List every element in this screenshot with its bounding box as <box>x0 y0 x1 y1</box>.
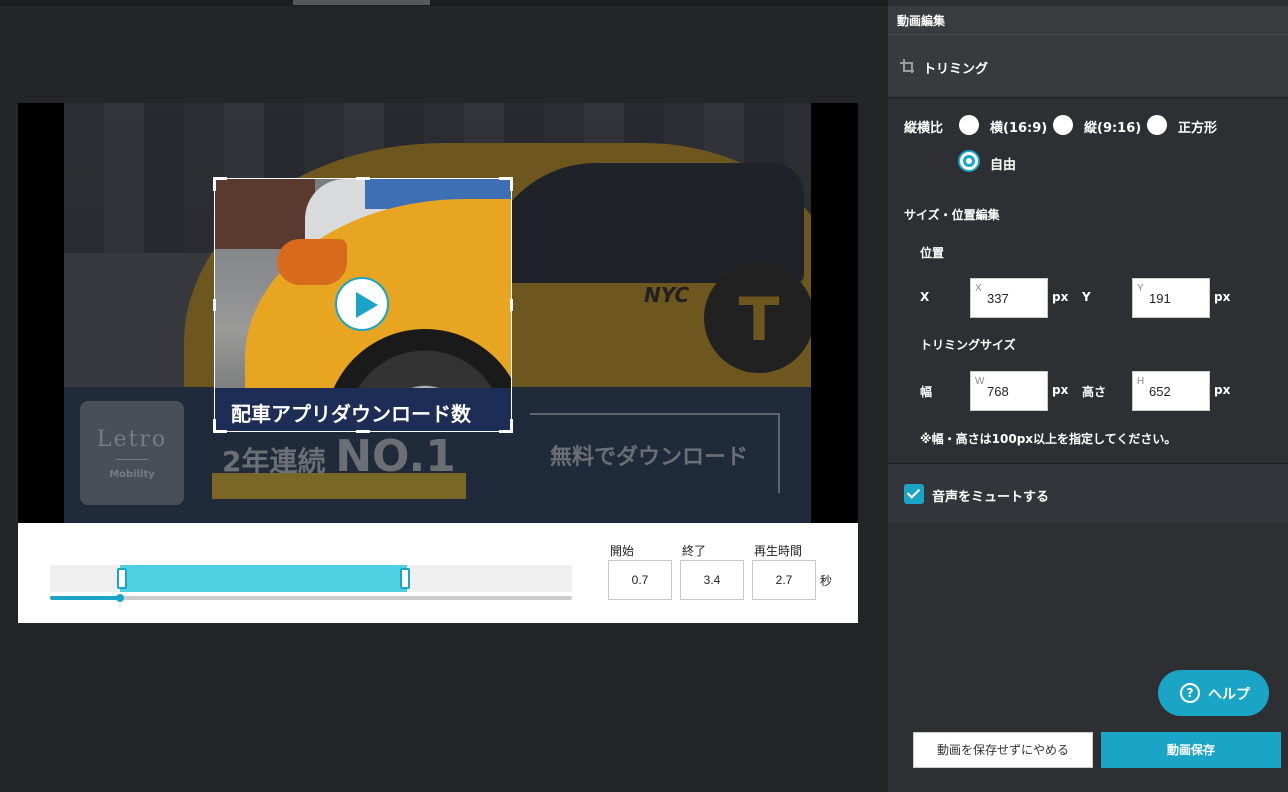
size-position-title: サイズ・位置編集 <box>904 208 1000 222</box>
banner-cta: 無料でダウンロード <box>530 413 780 493</box>
x-tag: X <box>975 283 982 294</box>
timeline-track[interactable] <box>50 565 572 592</box>
crop-headlight <box>277 239 347 285</box>
width-value: 768 <box>987 384 1009 399</box>
end-input[interactable]: 3.4 <box>680 560 744 600</box>
crop-handle-right-mid[interactable] <box>510 299 513 311</box>
panel-title: 動画編集 <box>888 6 1288 34</box>
banner-headline-big: NO.1 <box>335 431 456 482</box>
crop-handle-top-right-v[interactable] <box>510 177 513 191</box>
y-unit: px <box>1214 290 1231 304</box>
height-label: 高さ <box>1082 385 1107 399</box>
trimming-section-title: トリミング <box>923 62 989 77</box>
end-label: 終了 <box>682 544 707 558</box>
mute-label[interactable]: 音声をミュートする <box>932 486 1049 505</box>
trim-selection[interactable] <box>117 565 410 592</box>
aspect-option-square[interactable]: 正方形 <box>1178 117 1217 136</box>
aspect-radio-portrait[interactable] <box>1053 115 1073 135</box>
aspect-option-landscape[interactable]: 横(16:9) <box>990 117 1047 136</box>
aspect-radio-square[interactable] <box>1147 115 1167 135</box>
crop-icon <box>900 59 914 73</box>
x-position-input[interactable]: X 337 <box>970 278 1048 318</box>
help-button[interactable]: ? ヘルプ <box>1158 670 1269 716</box>
width-unit: px <box>1052 383 1069 397</box>
crop-handle-left-mid[interactable] <box>213 299 216 311</box>
start-input[interactable]: 0.7 <box>608 560 672 600</box>
aspect-radio-free[interactable] <box>960 152 978 170</box>
help-label: ヘルプ <box>1208 687 1250 703</box>
y-tag: Y <box>1137 283 1144 294</box>
aspect-ratio-label: 縦横比 <box>904 121 944 136</box>
cancel-button[interactable]: 動画を保存せずにやめる <box>913 732 1093 768</box>
logo-divider <box>116 459 148 460</box>
height-unit: px <box>1214 383 1231 397</box>
logo-name: Letro <box>96 427 168 452</box>
height-value: 652 <box>1149 384 1171 399</box>
logo-sub: Mobility <box>109 469 155 480</box>
video-stage: NYC T Letro Mobility 2年連続 NO.1 無料でダウンロード… <box>18 103 858 523</box>
size-note: ※幅・高さは100px以上を指定してください。 <box>920 432 1177 446</box>
trim-size-label: トリミングサイズ <box>920 338 1016 352</box>
banner-cta-text: 無料でダウンロード <box>550 445 749 470</box>
aspect-option-portrait[interactable]: 縦(9:16) <box>1084 117 1141 136</box>
banner-headline-pre: 2年連続 <box>222 445 336 478</box>
playback-progress-fill <box>50 596 120 600</box>
active-tab-indicator[interactable] <box>293 0 430 5</box>
playback-progress[interactable] <box>50 594 572 602</box>
aspect-option-free[interactable]: 自由 <box>990 154 1016 173</box>
y-position-input[interactable]: Y 191 <box>1132 278 1210 318</box>
crop-handle-bottom-mid[interactable] <box>356 430 370 433</box>
crop-caption: 配車アプリダウンロード数 <box>231 402 471 426</box>
duration-label: 再生時間 <box>754 544 803 558</box>
x-value: 337 <box>987 291 1009 306</box>
banner-headline: 2年連続 NO.1 <box>222 431 456 482</box>
trim-start-handle[interactable] <box>117 568 127 589</box>
edit-panel: 動画編集 トリミング 縦横比 横(16:9) 縦(9:16) 正方形 自由 サイ… <box>888 0 1288 792</box>
x-unit: px <box>1052 290 1069 304</box>
duration-input[interactable]: 2.7 <box>752 560 816 600</box>
h-tag: H <box>1137 376 1145 387</box>
brand-logo: Letro Mobility <box>80 401 184 505</box>
y-label: Y <box>1082 290 1091 304</box>
mute-row[interactable]: 音声をミュートする <box>888 463 1288 523</box>
crop-handle-bottom-right-v[interactable] <box>510 419 513 433</box>
play-triangle <box>356 292 378 318</box>
width-input[interactable]: W 768 <box>970 371 1048 411</box>
x-label: X <box>920 290 930 304</box>
seconds-unit: 秒 <box>820 574 833 588</box>
crop-handle-bottom-left-v[interactable] <box>213 419 216 433</box>
save-button[interactable]: 動画保存 <box>1101 732 1281 768</box>
mute-checkbox[interactable] <box>904 484 924 504</box>
playhead-knob[interactable] <box>116 594 124 602</box>
w-tag: W <box>975 376 985 387</box>
crop-handle-top-mid[interactable] <box>356 177 370 180</box>
y-value: 191 <box>1149 291 1171 306</box>
crop-caption-bar: 配車アプリダウンロード数 <box>215 388 511 431</box>
height-input[interactable]: H 652 <box>1132 371 1210 411</box>
crop-handle-top-left-v[interactable] <box>213 177 216 191</box>
trim-end-handle[interactable] <box>400 568 410 589</box>
start-label: 開始 <box>610 544 635 558</box>
top-bar <box>0 0 888 6</box>
position-label: 位置 <box>920 246 945 260</box>
trimming-section-header[interactable]: トリミング <box>888 34 1288 98</box>
question-icon: ? <box>1180 683 1200 703</box>
timeline-panel: 開始 0.7 終了 3.4 再生時間 2.7 秒 <box>18 523 858 623</box>
aspect-radio-landscape[interactable] <box>959 115 979 135</box>
width-label: 幅 <box>920 385 933 399</box>
play-icon[interactable] <box>335 277 389 331</box>
